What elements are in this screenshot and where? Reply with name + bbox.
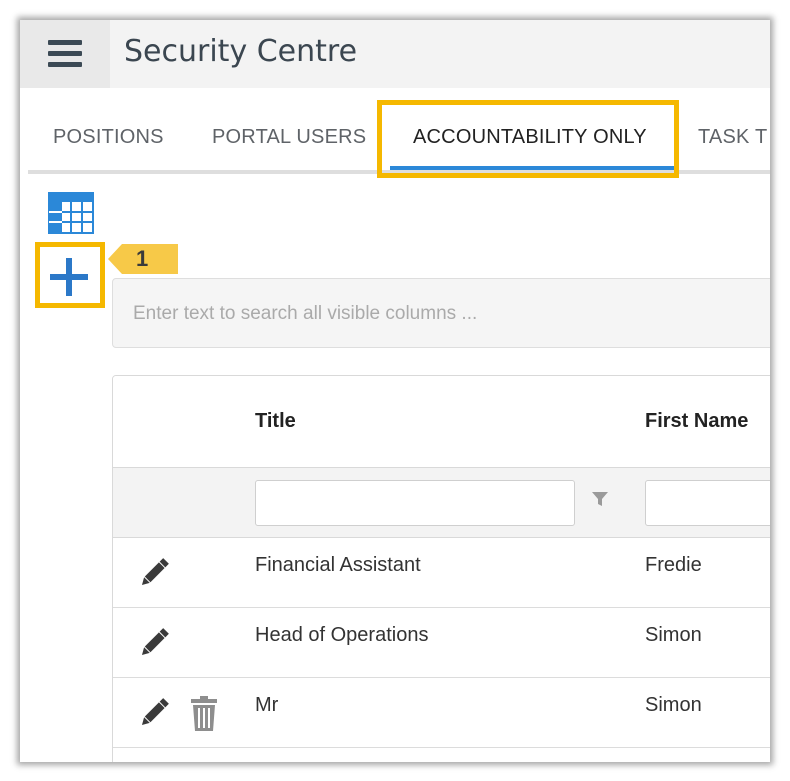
top-bar: Security Centre: [20, 20, 770, 88]
table-header-row: Title First Name: [113, 376, 770, 468]
tab-positions[interactable]: POSITIONS: [53, 126, 164, 149]
edit-pencil-icon[interactable]: [137, 556, 171, 590]
table-grid-icon[interactable]: [48, 192, 94, 234]
table-row: Mr Simon: [113, 678, 770, 748]
table-row: Head of Operations Simon: [113, 608, 770, 678]
step-number: 1: [136, 246, 149, 271]
edit-pencil-icon[interactable]: [137, 696, 171, 730]
cell-title: Mr: [255, 694, 279, 716]
title-filter-input[interactable]: [255, 480, 575, 526]
tab-portal-users[interactable]: PORTAL USERS: [212, 126, 366, 149]
highlight-box-add: [35, 242, 105, 308]
page-title: Security Centre: [124, 34, 358, 69]
cell-title: Financial Assistant: [255, 554, 421, 576]
security-centre-window: Security Centre POSITIONS PORTAL USERS A…: [20, 20, 770, 762]
cell-first-name: Simon: [645, 694, 702, 716]
table-row: Financial Assistant Fredie: [113, 538, 770, 608]
column-header-first-name[interactable]: First Name: [645, 410, 748, 433]
search-input[interactable]: [131, 299, 735, 329]
search-bar: [112, 278, 770, 348]
step-badge: 1: [108, 244, 178, 274]
hamburger-menu-icon[interactable]: [20, 20, 110, 88]
first-name-filter-input[interactable]: [645, 480, 770, 526]
delete-trash-icon[interactable]: [189, 696, 219, 732]
cell-first-name: Fredie: [645, 554, 702, 576]
filter-row: [113, 468, 770, 538]
edit-pencil-icon[interactable]: [137, 626, 171, 660]
cell-title: Head of Operations: [255, 624, 429, 646]
highlight-box-tab: [377, 100, 679, 178]
positions-table: Title First Name Financial Assistant Fre…: [112, 375, 770, 762]
filter-icon[interactable]: [591, 490, 609, 508]
column-header-title[interactable]: Title: [255, 410, 296, 433]
cell-first-name: Simon: [645, 624, 702, 646]
tab-task[interactable]: TASK T: [698, 126, 767, 149]
